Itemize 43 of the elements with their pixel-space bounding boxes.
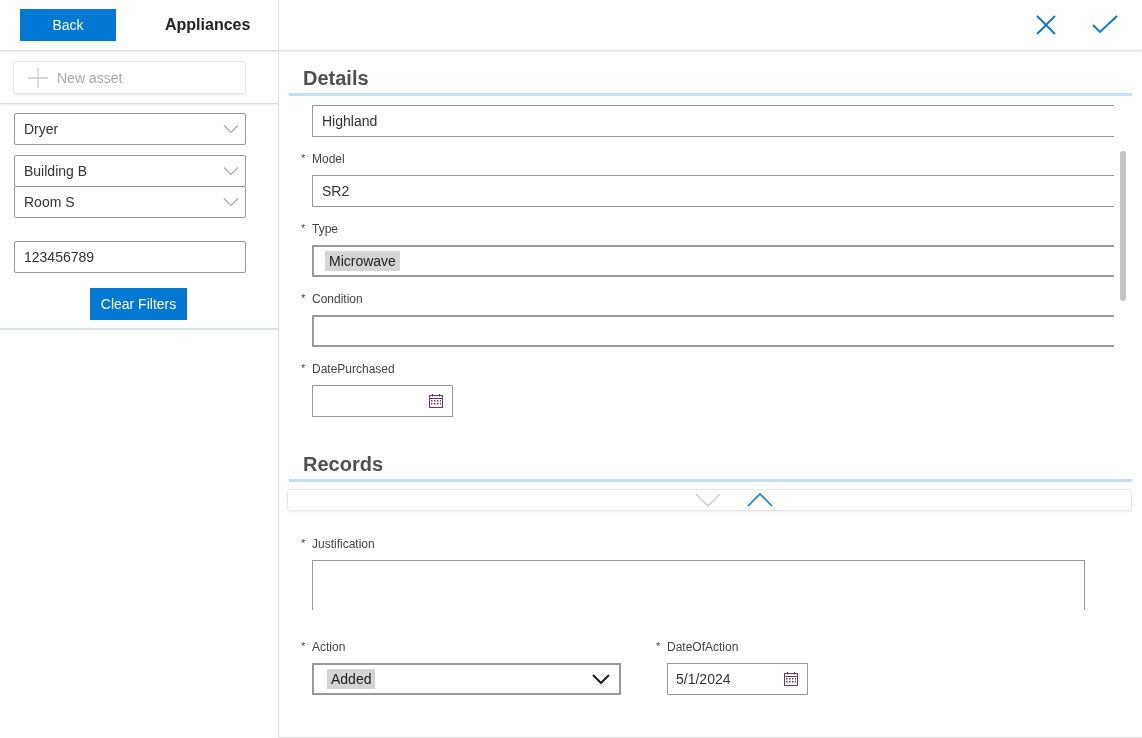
required-mark: *: [301, 152, 307, 166]
required-mark: *: [656, 640, 662, 654]
filter-dropdown[interactable]: Dryer: [14, 113, 246, 145]
required-mark: *: [301, 222, 307, 236]
checkmark-icon: [1092, 15, 1118, 35]
text-area[interactable]: [312, 560, 1085, 610]
required-mark: *: [301, 537, 307, 551]
chevron-up-icon[interactable]: [746, 493, 773, 507]
text-field[interactable]: SR2: [312, 175, 1114, 207]
date-field[interactable]: 5/1/2024: [667, 663, 808, 695]
filter-dropdown[interactable]: Building B: [14, 155, 246, 187]
section-heading: Details: [302, 66, 370, 91]
text-field[interactable]: Highland: [312, 105, 1114, 137]
chevron-down-icon: [223, 197, 239, 207]
field-label: DatePurchased: [312, 362, 395, 376]
close-button[interactable]: [1036, 15, 1056, 35]
field-label: Action: [312, 640, 346, 654]
field-label: Model: [312, 152, 345, 166]
section-heading: Records: [302, 452, 385, 477]
required-mark: *: [301, 362, 307, 376]
filter-dropdown[interactable]: Room S: [14, 186, 246, 218]
type-field[interactable]: Microwave: [312, 245, 1114, 277]
required-mark: *: [301, 292, 307, 306]
field-label: DateOfAction: [667, 640, 739, 654]
chevron-down-icon: [223, 166, 239, 176]
action-dropdown[interactable]: Added: [312, 663, 621, 695]
required-mark: *: [301, 640, 307, 654]
save-button[interactable]: [1092, 15, 1118, 35]
search-field[interactable]: 123456789: [14, 241, 246, 273]
chevron-down-icon: [591, 673, 611, 685]
field-label: Condition: [312, 292, 363, 306]
close-icon: [1036, 15, 1056, 35]
field-label: Type: [312, 222, 338, 236]
date-field[interactable]: [312, 385, 453, 417]
field-label: Justification: [312, 537, 375, 551]
page-title: Appliances: [165, 16, 251, 34]
plus-icon: [27, 66, 49, 89]
back-button[interactable]: Back: [20, 9, 116, 41]
chevron-down-icon: [223, 124, 239, 134]
condition-field[interactable]: [312, 315, 1114, 347]
calendar-icon[interactable]: [428, 393, 444, 409]
clear-filters-button[interactable]: Clear Filters: [89, 288, 188, 320]
calendar-icon[interactable]: [783, 671, 799, 687]
